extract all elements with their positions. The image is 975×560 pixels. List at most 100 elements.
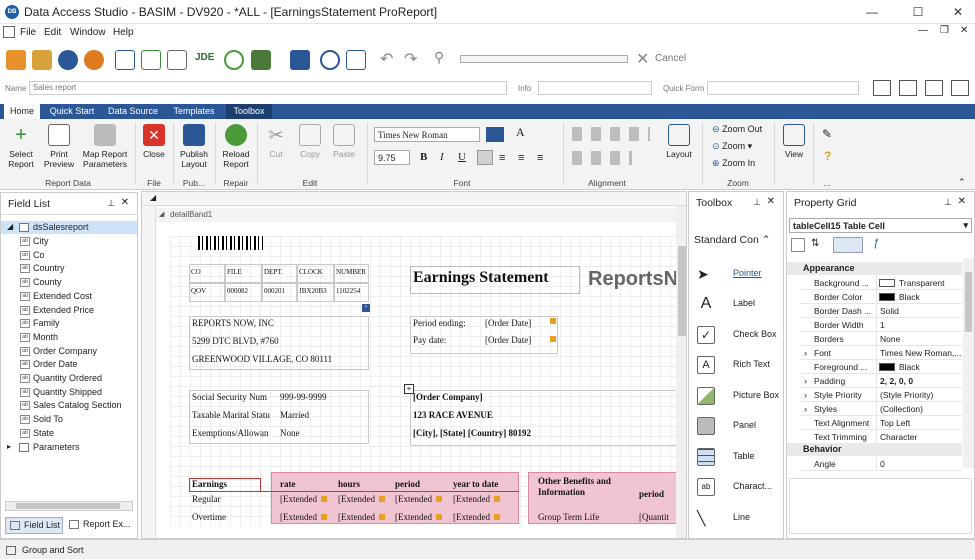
benefits-header[interactable]: Other Benefits and Information [538, 476, 638, 498]
ytd-header[interactable]: year to date [453, 479, 498, 489]
font-color-icon[interactable]: A [516, 125, 525, 140]
period-value[interactable]: [Order Date] [485, 318, 531, 328]
expand-arrow-icon[interactable]: › [804, 402, 807, 416]
properties-tab-icon[interactable] [833, 237, 863, 253]
property-row[interactable]: Foreground ... Black [800, 360, 962, 374]
panel-close-icon[interactable]: ✕ [121, 197, 129, 208]
tab-toolbox[interactable]: Toolbox [226, 104, 272, 119]
users-icon[interactable] [32, 50, 52, 70]
quantity-field[interactable]: [Quantit [639, 512, 669, 522]
bold-icon[interactable]: B [420, 151, 427, 163]
field-item[interactable]: ab Sales Catalog Section [20, 399, 122, 412]
expression-icon[interactable] [321, 514, 327, 520]
header-label[interactable]: DEPT. [264, 268, 283, 276]
tab-templates[interactable]: Templates [166, 104, 222, 119]
cut-button[interactable]: ✂ Cut [262, 124, 290, 159]
collapse-arrow-icon[interactable]: ◢ [7, 222, 13, 231]
align-tools-icon[interactable] [572, 127, 650, 141]
tool-check-box[interactable]: ✓ Check Box [697, 322, 777, 346]
field-list-scrollbar[interactable] [5, 501, 133, 511]
save-icon[interactable] [290, 50, 310, 70]
hours-header[interactable]: hours [338, 479, 360, 489]
ssn-label[interactable]: Social Security Num [192, 392, 267, 402]
mdi-close-button[interactable]: ✕ [960, 25, 968, 36]
underline-icon[interactable]: U [458, 151, 466, 163]
pay-label[interactable]: Pay date: [413, 335, 446, 345]
expand-arrow-icon[interactable]: › [804, 374, 807, 388]
header-value[interactable]: 000082 [227, 287, 248, 295]
header-label[interactable]: CO [191, 268, 201, 276]
tool-character[interactable]: ab Charact... [697, 474, 772, 498]
close-report-button[interactable]: ✕ Close [140, 124, 168, 159]
menu-edit[interactable]: Edit [44, 27, 61, 38]
align-center-icon[interactable]: ≡ [499, 152, 505, 164]
quickform-field[interactable] [707, 81, 859, 95]
tool-line[interactable]: ╲ Line [697, 505, 750, 529]
field-item[interactable]: ab Order Date [20, 358, 78, 371]
sort-alpha-icon[interactable]: ⇅ [811, 238, 819, 249]
tab-report-explorer[interactable]: Report Ex... [65, 517, 135, 534]
minimize-button[interactable]: — [852, 2, 892, 22]
font-name-select[interactable]: Times New Roman [374, 127, 480, 142]
tool-panel[interactable]: Panel [697, 413, 756, 437]
field-item[interactable]: ab City [20, 235, 49, 248]
period-label[interactable]: Period ending: [413, 318, 466, 328]
regular-row-label[interactable]: Regular [192, 494, 221, 504]
user-icon[interactable] [58, 50, 78, 70]
design-canvas[interactable]: ◢ ◢ detailBand1 CO FILE DEPT. CLOCK NUMBER QOV… [141, 191, 687, 539]
extended-field[interactable]: [Extended [338, 512, 375, 522]
tool-picture-box[interactable]: Picture Box [697, 383, 779, 407]
paste-button[interactable]: Paste [330, 124, 358, 159]
smart-tag-icon[interactable]: › [362, 304, 370, 312]
publish-layout-button[interactable]: Publish Layout [177, 124, 211, 169]
panel-close-icon[interactable]: ✕ [767, 196, 775, 207]
highlight-icon[interactable] [486, 127, 504, 142]
info-field[interactable] [538, 81, 652, 95]
field-item[interactable]: ab Sold To [20, 413, 63, 426]
tab-quick-start[interactable]: Quick Start [44, 104, 100, 119]
copy-button[interactable]: Copy [296, 124, 324, 159]
field-item[interactable]: ab Extended Price [20, 304, 94, 317]
object-selector[interactable]: tableCell15 Table Cell ▾ [789, 218, 972, 233]
expand-arrow-icon[interactable]: ▸ [7, 442, 11, 451]
map-report-parameters-button[interactable]: Map Report Parameters [80, 124, 130, 169]
categorized-icon[interactable] [791, 238, 805, 252]
tab-field-list[interactable]: Field List [5, 517, 63, 534]
undo-icon[interactable]: ↶ [380, 49, 393, 69]
font-size-select[interactable]: 9.75 [374, 150, 410, 165]
field-item[interactable]: ab Quantity Shipped [20, 386, 102, 399]
header-label[interactable]: FILE [227, 268, 242, 276]
expression-icon[interactable] [550, 336, 556, 342]
tile-horizontal-icon[interactable] [899, 80, 917, 96]
chart-report-icon[interactable] [141, 50, 161, 70]
expression-icon[interactable] [550, 318, 556, 324]
field-item[interactable]: ab Country [20, 262, 65, 275]
band-header[interactable]: ◢ detailBand1 [156, 208, 686, 222]
pin-icon[interactable]: ⊥ [753, 197, 761, 208]
address-street[interactable]: 123 RACE AVENUE [413, 410, 493, 420]
benefits-period-header[interactable]: period [639, 489, 664, 499]
logo[interactable]: ReportsN [588, 268, 678, 291]
align-right-icon[interactable]: ≡ [518, 152, 524, 164]
menu-help[interactable]: Help [113, 27, 134, 38]
stack-icon[interactable] [251, 50, 271, 70]
period-header[interactable]: period [395, 479, 420, 489]
category-appearance[interactable]: Appearance [787, 262, 962, 275]
tool-label[interactable]: A Label [697, 291, 755, 315]
extended-field[interactable]: [Extended [395, 512, 432, 522]
redo-icon[interactable]: ↷ [404, 49, 417, 69]
company-name[interactable]: REPORTS NOW, INC [192, 318, 274, 328]
home-icon[interactable] [6, 50, 26, 70]
property-row[interactable]: Border Color Black [800, 290, 962, 304]
address-city[interactable]: [City], [State] [Country] 80192 [413, 428, 531, 438]
header-label[interactable]: CLOCK [299, 268, 323, 276]
mdi-icon[interactable] [3, 26, 15, 38]
field-item[interactable]: ab State [20, 427, 54, 440]
new-report-icon[interactable] [115, 50, 135, 70]
italic-icon[interactable]: I [440, 151, 444, 163]
zoom-out-button[interactable]: ⊖ Zoom Out [712, 124, 762, 135]
tab-data-source[interactable]: Data Source [104, 104, 162, 119]
select-report-button[interactable]: + Select Report [4, 124, 38, 169]
header-value[interactable]: 000201 [264, 287, 285, 295]
company-street[interactable]: 5299 DTC BLVD, #760 [192, 336, 279, 346]
